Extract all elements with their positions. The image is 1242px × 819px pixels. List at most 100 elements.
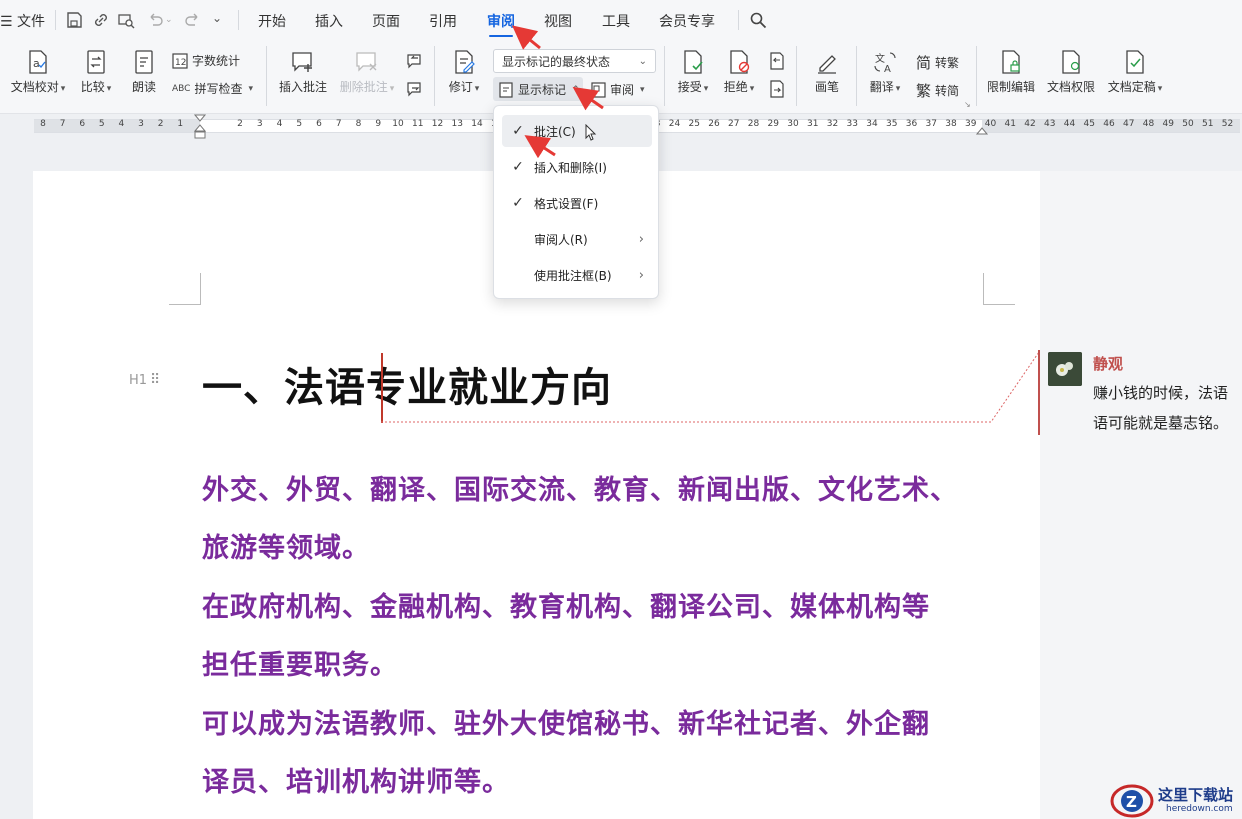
tab-member[interactable]: 会员专享 xyxy=(659,11,715,31)
svg-text:A: A xyxy=(884,64,891,74)
chevron-right-icon: › xyxy=(638,231,644,247)
ruler-number: 34 xyxy=(866,119,878,129)
page-corner-mark xyxy=(169,273,201,305)
flower-avatar-icon xyxy=(1048,352,1082,386)
search-icon[interactable] xyxy=(749,11,767,29)
word-count-button[interactable]: 12 字数统计 xyxy=(172,52,240,69)
right-indent-marker-icon[interactable] xyxy=(976,123,988,135)
read-aloud-button[interactable]: 朗读 xyxy=(126,50,162,95)
spell-check-button[interactable]: ABC 拼写检查 ▾ xyxy=(172,80,253,97)
menu-item-formatting[interactable]: ✓ 格式设置(F) xyxy=(502,187,652,219)
avatar xyxy=(1048,352,1082,386)
display-state-select[interactable]: 显示标记的最终状态 ⌄ xyxy=(493,49,656,73)
tab-view[interactable]: 视图 xyxy=(544,11,572,31)
redo-icon[interactable] xyxy=(184,11,202,29)
tab-home[interactable]: 开始 xyxy=(258,11,286,31)
next-comment-icon[interactable] xyxy=(406,80,424,98)
menu-item-comment-balloons[interactable]: 使用批注框(B) › xyxy=(502,259,652,291)
checkmark-icon: ✓ xyxy=(512,159,524,175)
ruler-number: 10 xyxy=(392,119,404,129)
ruler-number: 38 xyxy=(945,119,957,129)
restrict-edit-button[interactable]: 限制编辑 xyxy=(986,50,1036,95)
revise-button[interactable]: 修订 ▾ xyxy=(444,50,484,95)
word-count-label: 字数统计 xyxy=(192,54,241,68)
tab-reference[interactable]: 引用 xyxy=(429,11,457,31)
drag-handle-icon[interactable]: ⠿ xyxy=(150,372,160,388)
site-watermark: Z 这里下载站 heredown.com xyxy=(1108,780,1242,819)
ruler-number: 13 xyxy=(451,119,463,129)
accept-button[interactable]: 接受 ▾ xyxy=(674,50,712,95)
menu-item-insertions-deletions[interactable]: ✓ 插入和删除(I) xyxy=(502,151,652,183)
menu-item-label: 审阅人(R) xyxy=(534,232,588,247)
doc-finalize-button[interactable]: 文档定稿 ▾ xyxy=(1106,50,1164,95)
comment-text[interactable]: 赚小钱的时候，法语 语可能就是墓志铭。 xyxy=(1093,378,1242,438)
ruler-number: 50 xyxy=(1182,119,1194,129)
tab-insert[interactable]: 插入 xyxy=(315,11,343,31)
ruler-number: 31 xyxy=(807,119,819,129)
paragraph-line[interactable]: 担任重要职务。 xyxy=(202,643,398,682)
paragraph-line[interactable]: 在政府机构、金融机构、教育机构、翻译公司、媒体机构等 xyxy=(202,585,930,624)
lock-document-icon xyxy=(1002,50,1020,74)
heading-level-marker[interactable]: H1 xyxy=(129,373,147,388)
file-menu[interactable]: ☰ 文件 xyxy=(0,11,45,31)
save-icon[interactable] xyxy=(65,11,83,29)
translate-button[interactable]: 文A 翻译 ▾ xyxy=(866,50,904,95)
ruler-number: 45 xyxy=(1083,119,1095,129)
ruler-number: 11 xyxy=(412,119,424,129)
group-expand-icon[interactable]: ↘ xyxy=(964,100,971,109)
doc-permission-button[interactable]: 文档权限 xyxy=(1046,50,1096,95)
compare-icon xyxy=(87,50,105,74)
link-icon[interactable] xyxy=(92,11,110,29)
ruler-number: 42 xyxy=(1024,119,1036,129)
delete-comment-button[interactable]: 删除批注 ▾ xyxy=(338,50,396,95)
revise-label: 修订 xyxy=(448,80,473,94)
to-traditional-button[interactable]: 简 转繁 xyxy=(916,52,959,73)
divider xyxy=(976,46,977,106)
divider xyxy=(738,10,739,30)
tab-tools[interactable]: 工具 xyxy=(602,11,630,31)
insert-comment-button[interactable]: 插入批注 xyxy=(276,50,330,95)
next-change-icon[interactable] xyxy=(768,80,786,98)
menu-item-comments[interactable]: ✓ 批注(C) xyxy=(502,115,652,147)
paragraph-line[interactable]: 可以成为法语教师、驻外大使馆秘书、新华社记者、外企翻 xyxy=(202,702,930,741)
insert-comment-label: 插入批注 xyxy=(278,80,327,94)
translate-label: 翻译 xyxy=(869,80,894,94)
undo-icon[interactable] xyxy=(146,11,164,29)
comment-connector-line xyxy=(381,351,1040,423)
divider xyxy=(796,46,797,106)
to-simplified-button[interactable]: 繁 转简 xyxy=(916,80,959,101)
paragraph-line[interactable]: 外交、外贸、翻译、国际交流、教育、新闻出版、文化艺术、 xyxy=(202,468,958,507)
paragraph-line[interactable]: 旅游等领域。 xyxy=(202,526,370,565)
comment-author: 静观 xyxy=(1093,355,1124,373)
review-pane-button[interactable]: 审阅 ▾ xyxy=(591,81,645,98)
tab-review[interactable]: 审阅 xyxy=(487,11,515,37)
print-preview-icon[interactable] xyxy=(117,11,135,29)
show-markup-button[interactable]: 显示标记 ⌃ xyxy=(499,81,580,98)
ruler-number: 32 xyxy=(826,119,839,129)
menu-bar: ☰ 文件 ⌄ ⌄ 开始 插入 页面 引用 审阅 视图 工具 会员专享 xyxy=(0,0,1242,40)
ruler-number: 8 xyxy=(355,119,362,129)
indent-marker-icon[interactable] xyxy=(194,114,206,140)
tab-page[interactable]: 页面 xyxy=(372,11,400,31)
doc-check-button[interactable]: a 文档校对 ▾ xyxy=(8,50,68,95)
ruler-number: 6 xyxy=(79,119,86,129)
menu-item-label: 使用批注框(B) xyxy=(534,268,612,283)
svg-text:Z: Z xyxy=(1126,793,1137,811)
undo-dropdown-icon[interactable]: ⌄ xyxy=(165,15,173,25)
doc-permission-label: 文档权限 xyxy=(1046,80,1095,94)
ruler-number: 5 xyxy=(296,119,303,129)
watermark-url: heredown.com xyxy=(1166,804,1233,814)
previous-change-icon[interactable] xyxy=(768,52,786,70)
reject-icon xyxy=(730,50,750,74)
checkmark-icon: ✓ xyxy=(512,195,524,211)
previous-comment-icon[interactable] xyxy=(406,52,424,70)
compare-button[interactable]: 比较 ▾ xyxy=(78,50,114,95)
pen-button[interactable]: 画笔 xyxy=(810,50,844,95)
quick-access-more-icon[interactable]: ⌄ xyxy=(212,11,222,25)
restrict-edit-label: 限制编辑 xyxy=(986,80,1035,94)
menu-item-label: 格式设置(F) xyxy=(534,196,599,211)
reject-button[interactable]: 拒绝 ▾ xyxy=(720,50,758,95)
paragraph-line[interactable]: 译员、培训机构讲师等。 xyxy=(202,760,510,799)
menu-item-reviewers[interactable]: 审阅人(R) › xyxy=(502,223,652,255)
show-markup-icon xyxy=(499,81,513,98)
